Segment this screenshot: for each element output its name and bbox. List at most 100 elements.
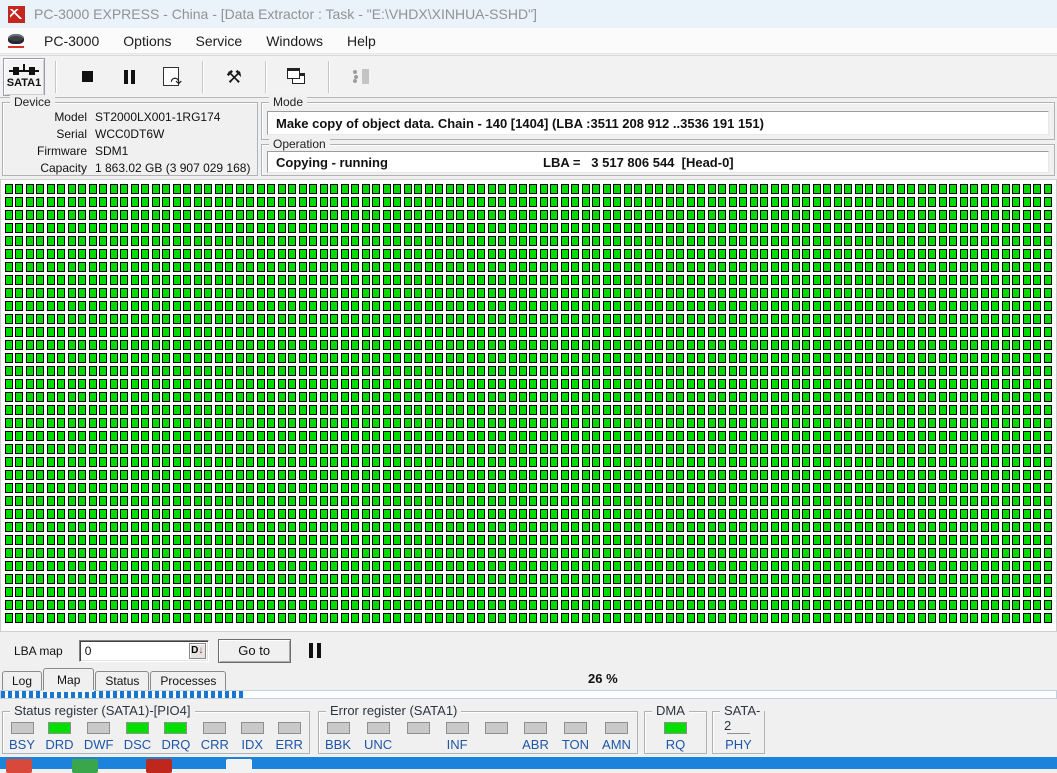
map-cell bbox=[718, 366, 726, 376]
map-cell bbox=[341, 366, 349, 376]
utilities-button[interactable]: ⚒ bbox=[213, 58, 255, 96]
map-cell bbox=[183, 366, 191, 376]
map-cell bbox=[970, 366, 978, 376]
map-cell bbox=[666, 431, 674, 441]
lba-input[interactable]: 0 D↓ bbox=[79, 640, 209, 662]
map-cell bbox=[855, 470, 863, 480]
taskbar-icon[interactable] bbox=[146, 759, 172, 773]
map-cell bbox=[383, 613, 391, 623]
menu-service[interactable]: Service bbox=[184, 30, 255, 52]
map-cell bbox=[571, 470, 579, 480]
map-cell bbox=[162, 288, 170, 298]
map-cell bbox=[519, 574, 527, 584]
map-cell bbox=[918, 210, 926, 220]
menu-help[interactable]: Help bbox=[335, 30, 388, 52]
stop-button[interactable] bbox=[66, 58, 108, 96]
map-cell bbox=[57, 444, 65, 454]
map-cell bbox=[645, 483, 653, 493]
led-RQ: RQ bbox=[663, 722, 689, 752]
map-cell bbox=[414, 600, 422, 610]
map-cell bbox=[928, 223, 936, 233]
map-cell bbox=[876, 548, 884, 558]
map-cell bbox=[299, 327, 307, 337]
map-grid[interactable] bbox=[5, 184, 1054, 626]
map-cell bbox=[1044, 522, 1052, 532]
status-register-group: Status register (SATA1)-[PIO4] BSYDRDDWF… bbox=[2, 711, 310, 754]
map-cell bbox=[718, 184, 726, 194]
report-button[interactable] bbox=[150, 58, 192, 96]
map-cell bbox=[760, 327, 768, 337]
map-cell bbox=[435, 496, 443, 506]
map-cell bbox=[152, 600, 160, 610]
progress-percent-label: 26 % bbox=[588, 671, 618, 686]
map-cell bbox=[813, 548, 821, 558]
map-cell bbox=[792, 223, 800, 233]
map-cell bbox=[362, 535, 370, 545]
map-cell bbox=[183, 340, 191, 350]
map-cell bbox=[834, 457, 842, 467]
led-reserved bbox=[405, 722, 431, 752]
map-cell bbox=[320, 210, 328, 220]
tab-log[interactable]: Log bbox=[2, 671, 42, 690]
map-cell bbox=[823, 379, 831, 389]
map-cell bbox=[309, 314, 317, 324]
taskbar-icon[interactable] bbox=[72, 759, 98, 773]
led-reserved bbox=[483, 722, 509, 752]
map-cell bbox=[425, 314, 433, 324]
taskbar-icon[interactable] bbox=[226, 759, 252, 773]
map-cell bbox=[351, 340, 359, 350]
map-cell bbox=[1044, 574, 1052, 584]
map-cell bbox=[865, 301, 873, 311]
goto-button[interactable]: Go to bbox=[218, 639, 291, 663]
map-cell bbox=[991, 522, 999, 532]
map-cell bbox=[571, 379, 579, 389]
map-cell bbox=[131, 275, 139, 285]
exit-button[interactable] bbox=[339, 58, 381, 96]
map-cell bbox=[739, 535, 747, 545]
map-cell bbox=[708, 522, 716, 532]
sata1-port-button[interactable]: SATA1 bbox=[3, 58, 45, 96]
map-cell bbox=[561, 431, 569, 441]
menu-pc3000[interactable]: PC-3000 bbox=[32, 30, 111, 52]
map-cell bbox=[550, 275, 558, 285]
map-cell bbox=[613, 535, 621, 545]
map-cell bbox=[141, 327, 149, 337]
map-cell bbox=[834, 353, 842, 363]
map-cell bbox=[592, 574, 600, 584]
windows-cascade-button[interactable] bbox=[276, 58, 318, 96]
map-cell bbox=[183, 561, 191, 571]
map-cell bbox=[676, 314, 684, 324]
map-cell bbox=[68, 561, 76, 571]
map-cell bbox=[246, 301, 254, 311]
sata-cable-icon bbox=[9, 64, 39, 76]
map-cell bbox=[582, 223, 590, 233]
menu-windows[interactable]: Windows bbox=[254, 30, 335, 52]
map-cell bbox=[1033, 288, 1041, 298]
map-cell bbox=[141, 509, 149, 519]
map-cell bbox=[194, 600, 202, 610]
map-cell bbox=[320, 496, 328, 506]
tab-map[interactable]: Map bbox=[43, 668, 94, 690]
map-cell bbox=[561, 275, 569, 285]
map-pause-icon[interactable] bbox=[309, 643, 321, 658]
taskbar-icon[interactable] bbox=[6, 759, 32, 773]
map-cell bbox=[729, 340, 737, 350]
map-cell bbox=[739, 470, 747, 480]
pause-button[interactable] bbox=[108, 58, 150, 96]
menu-options[interactable]: Options bbox=[111, 30, 183, 52]
lba-dropdown-button[interactable]: D↓ bbox=[189, 643, 206, 659]
map-cell bbox=[750, 613, 758, 623]
map-cell bbox=[278, 405, 286, 415]
map-cell bbox=[676, 184, 684, 194]
map-cell bbox=[5, 561, 13, 571]
tab-processes[interactable]: Processes bbox=[150, 671, 226, 690]
map-cell bbox=[446, 262, 454, 272]
map-cell bbox=[655, 483, 663, 493]
map-cell bbox=[215, 405, 223, 415]
map-cell bbox=[676, 392, 684, 402]
map-cell bbox=[970, 379, 978, 389]
map-cell bbox=[194, 496, 202, 506]
map-cell bbox=[351, 457, 359, 467]
map-cell bbox=[330, 210, 338, 220]
tab-status[interactable]: Status bbox=[95, 671, 149, 690]
